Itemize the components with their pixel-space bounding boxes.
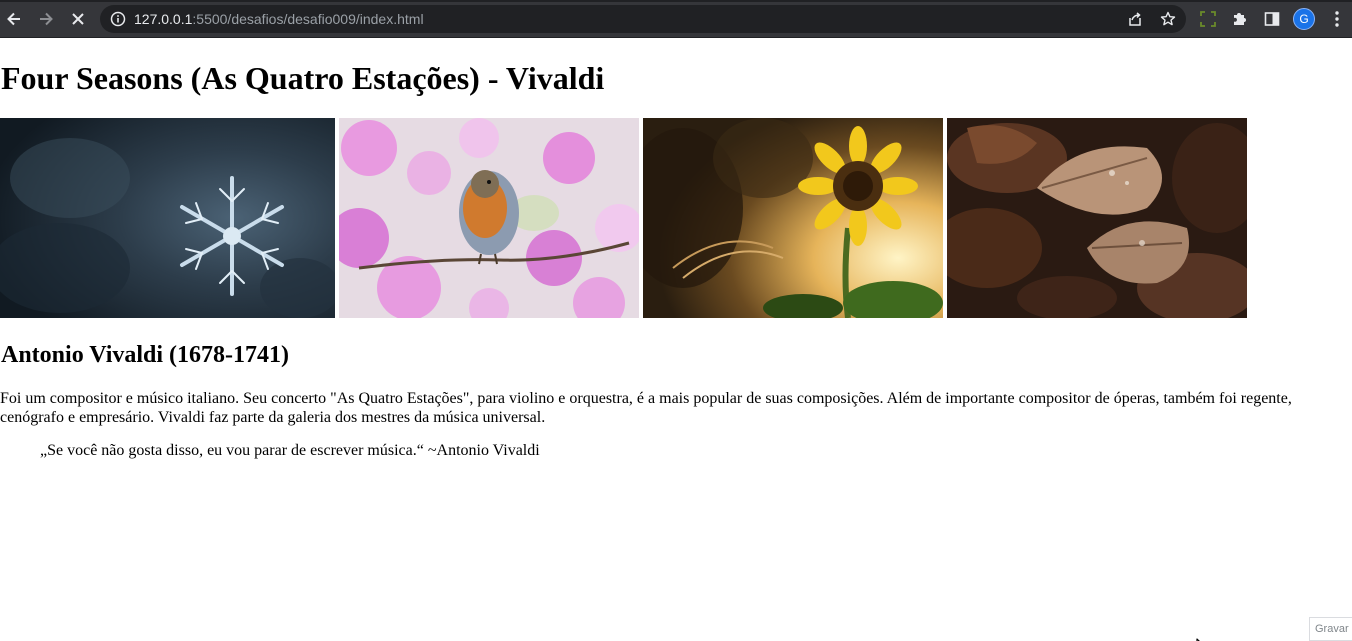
side-panel-icon[interactable] [1262,9,1282,29]
back-arrow-icon[interactable] [2,7,26,31]
tab-strip-edge [0,0,1352,2]
page-content: Four Seasons (As Quatro Estações) - Viva… [0,39,1352,641]
snowflake-photo [0,118,335,318]
url-path: :5500/desafios/desafio009/index.html [192,11,424,27]
url-text[interactable]: 127.0.0.1:5500/desafios/desafio009/index… [134,11,424,27]
sunflower-photo [643,118,943,318]
forward-arrow-icon[interactable] [34,7,58,31]
address-bar[interactable]: 127.0.0.1:5500/desafios/desafio009/index… [100,5,1186,33]
extensions-puzzle-icon[interactable] [1230,9,1250,29]
autumn-leaves-photo [947,118,1247,318]
profile-avatar[interactable]: G [1293,8,1315,30]
page-title: Four Seasons (As Quatro Estações) - Viva… [1,60,605,96]
url-host: 127.0.0.1 [134,11,193,27]
kebab-menu-icon[interactable] [1327,9,1347,29]
composer-bio: Foi um compositor e músico italiano. Seu… [0,390,1292,426]
browser-toolbar: 127.0.0.1:5500/desafios/desafio009/index… [0,0,1352,38]
bookmark-star-icon[interactable] [1159,10,1177,28]
vivaldi-quote: „Se você não gosta disso, eu vou parar d… [40,442,540,459]
robin-on-blossoms-photo [339,118,639,318]
site-info-icon[interactable] [110,11,126,27]
stop-loading-icon[interactable] [66,7,90,31]
share-icon[interactable] [1126,10,1144,28]
record-button[interactable]: Gravar [1309,617,1352,641]
composer-heading: Antonio Vivaldi (1678-1741) [1,342,290,368]
screen-capture-icon[interactable] [1198,9,1218,29]
